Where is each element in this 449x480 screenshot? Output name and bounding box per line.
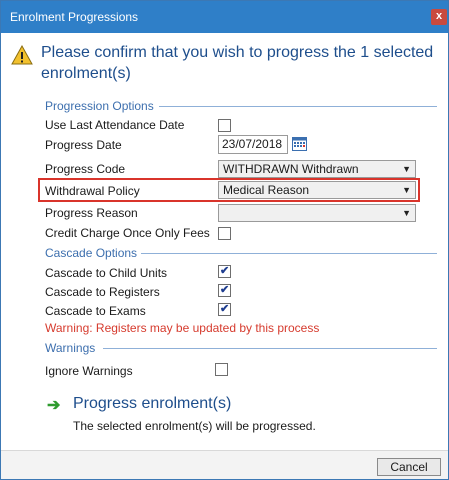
progress-code-value: WITHDRAWN Withdrawn (223, 162, 359, 176)
credit-charge-checkbox[interactable] (218, 227, 231, 240)
checkmark-icon: ✔ (220, 284, 230, 296)
progress-date-field[interactable]: 23/07/2018 (218, 135, 288, 154)
checkmark-icon: ✔ (220, 265, 230, 277)
cascade-exams-checkbox[interactable]: ✔ (218, 303, 231, 316)
ignore-warnings-label: Ignore Warnings (45, 364, 133, 378)
cascade-exams-label: Cascade to Exams (45, 304, 146, 318)
progress-date-label: Progress Date (45, 138, 122, 152)
cascade-child-units-label: Cascade to Child Units (45, 266, 168, 280)
cascade-child-units-checkbox[interactable]: ✔ (218, 265, 231, 278)
progression-options-title: Progression Options (45, 99, 154, 113)
progress-reason-label: Progress Reason (45, 206, 138, 220)
warnings-divider (103, 348, 437, 349)
progress-code-label: Progress Code (45, 162, 126, 176)
use-last-attendance-date-label: Use Last Attendance Date (45, 118, 185, 132)
use-last-attendance-date-checkbox[interactable] (218, 119, 231, 132)
warnings-title: Warnings (45, 341, 96, 355)
progress-enrolments-link[interactable]: Progress enrolment(s) (73, 395, 231, 413)
registers-warning-text: Warning: Registers may be updated by thi… (45, 321, 320, 335)
chevron-down-icon: ▼ (402, 208, 411, 218)
confirm-headline: Please confirm that you wish to progress… (41, 44, 434, 82)
chevron-down-icon: ▼ (402, 185, 411, 195)
cascade-options-divider (141, 253, 437, 254)
close-button[interactable]: x (431, 9, 447, 25)
withdrawal-policy-value: Medical Reason (223, 183, 310, 197)
credit-charge-label: Credit Charge Once Only Fees (45, 226, 210, 240)
cascade-registers-label: Cascade to Registers (45, 285, 160, 299)
cascade-options-title: Cascade Options (45, 246, 138, 260)
cascade-registers-checkbox[interactable]: ✔ (218, 284, 231, 297)
progress-code-select[interactable]: WITHDRAWN Withdrawn ▼ (218, 160, 416, 178)
ignore-warnings-checkbox[interactable] (215, 363, 228, 376)
checkmark-icon: ✔ (220, 303, 230, 315)
progress-reason-select[interactable]: ▼ (218, 204, 416, 222)
progress-enrolments-description: The selected enrolment(s) will be progre… (73, 419, 316, 433)
chevron-down-icon: ▼ (402, 164, 411, 174)
cancel-button[interactable]: Cancel (377, 458, 441, 476)
window-title: Enrolment Progressions (10, 10, 139, 24)
green-arrow-icon[interactable]: ➔ (47, 395, 60, 415)
withdrawal-policy-label: Withdrawal Policy (45, 184, 140, 198)
dialog-window: Enrolment Progressions x Please confirm … (0, 0, 449, 480)
withdrawal-policy-select[interactable]: Medical Reason ▼ (218, 181, 416, 199)
progression-options-divider (159, 106, 437, 107)
title-bar: Enrolment Progressions x (1, 1, 448, 33)
warning-triangle-icon (11, 45, 33, 65)
calendar-icon[interactable] (292, 136, 307, 151)
